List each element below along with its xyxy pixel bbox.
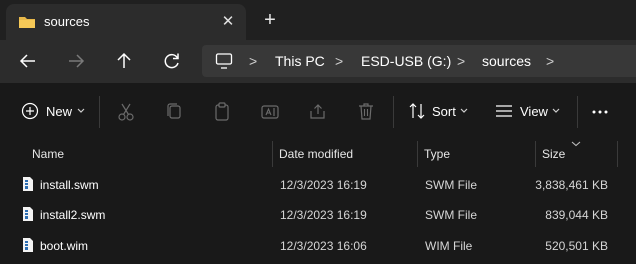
file-size: 3,838,461 KB bbox=[535, 178, 608, 192]
column-divider[interactable] bbox=[617, 141, 618, 167]
chevron-down-icon bbox=[460, 108, 468, 113]
arrow-right-icon[interactable] bbox=[65, 50, 87, 72]
view-label: View bbox=[520, 104, 548, 119]
new-label: New bbox=[46, 104, 73, 119]
plus-circle-icon bbox=[21, 102, 39, 120]
command-bar: New Sort View bbox=[0, 83, 636, 141]
copy-icon[interactable] bbox=[164, 101, 184, 123]
file-type: SWM File bbox=[425, 178, 477, 192]
view-icon bbox=[496, 105, 512, 117]
breadcrumb-sources[interactable]: sources bbox=[482, 53, 531, 69]
chevron-right-icon[interactable]: > bbox=[546, 53, 554, 69]
navigation-bar: > This PC > ESD-USB (G:) > sources > bbox=[0, 40, 636, 83]
column-divider[interactable] bbox=[272, 141, 273, 167]
rename-icon[interactable] bbox=[260, 101, 280, 123]
file-name[interactable]: boot.wim bbox=[40, 239, 88, 253]
title-bar: sources ✕ + bbox=[0, 0, 636, 40]
chevron-right-icon[interactable]: > bbox=[335, 53, 343, 69]
file-date: 12/3/2023 16:06 bbox=[280, 239, 367, 253]
column-divider[interactable] bbox=[535, 141, 536, 167]
file-type: WIM File bbox=[425, 239, 473, 253]
column-header-type[interactable]: Type bbox=[424, 147, 450, 161]
file-icon bbox=[23, 177, 33, 191]
sort-label: Sort bbox=[432, 104, 456, 119]
column-header-date-modified[interactable]: Date modified bbox=[279, 147, 353, 161]
arrow-up-icon[interactable] bbox=[113, 50, 135, 72]
file-size: 520,501 KB bbox=[545, 239, 608, 253]
column-divider[interactable] bbox=[417, 141, 418, 167]
breadcrumb-esd-usb[interactable]: ESD-USB (G:) bbox=[361, 53, 451, 69]
column-headers: Name Date modified Type Size bbox=[0, 141, 636, 167]
breadcrumb-this-pc[interactable]: This PC bbox=[275, 53, 325, 69]
folder-icon bbox=[19, 17, 35, 28]
chevron-down-icon bbox=[552, 108, 560, 113]
chevron-right-icon[interactable]: > bbox=[249, 53, 257, 69]
file-date: 12/3/2023 16:19 bbox=[280, 208, 367, 222]
paste-icon[interactable] bbox=[212, 101, 232, 123]
close-icon[interactable]: ✕ bbox=[218, 12, 238, 32]
plus-icon[interactable]: + bbox=[260, 10, 280, 30]
column-header-size[interactable]: Size bbox=[542, 147, 565, 161]
tab-title: sources bbox=[44, 14, 90, 29]
more-icon[interactable] bbox=[590, 101, 610, 123]
sort-button[interactable]: Sort bbox=[408, 101, 472, 123]
tab-sources[interactable]: sources ✕ bbox=[6, 4, 246, 40]
toolbar-divider bbox=[99, 96, 100, 128]
cut-icon[interactable] bbox=[116, 101, 136, 123]
view-button[interactable]: View bbox=[495, 101, 561, 123]
new-button[interactable]: New bbox=[21, 101, 87, 123]
share-icon[interactable] bbox=[308, 101, 328, 123]
column-header-name[interactable]: Name bbox=[32, 147, 64, 161]
file-row[interactable]: boot.wim 12/3/2023 16:06 WIM File 520,50… bbox=[0, 231, 636, 261]
sort-icon bbox=[409, 103, 425, 119]
delete-icon[interactable] bbox=[356, 101, 376, 123]
sort-descending-icon bbox=[571, 141, 581, 147]
file-icon bbox=[23, 238, 33, 252]
refresh-icon[interactable] bbox=[161, 50, 183, 72]
file-row[interactable]: install.swm 12/3/2023 16:19 SWM File 3,8… bbox=[0, 170, 636, 200]
file-type: SWM File bbox=[425, 208, 477, 222]
file-date: 12/3/2023 16:19 bbox=[280, 178, 367, 192]
arrow-left-icon[interactable] bbox=[17, 50, 39, 72]
file-name[interactable]: install2.swm bbox=[40, 208, 105, 222]
chevron-down-icon bbox=[77, 108, 85, 113]
toolbar-divider bbox=[577, 96, 578, 128]
chevron-right-icon[interactable]: > bbox=[457, 53, 465, 69]
monitor-icon[interactable] bbox=[215, 52, 233, 70]
file-name[interactable]: install.swm bbox=[40, 178, 99, 192]
address-bar[interactable]: > This PC > ESD-USB (G:) > sources > bbox=[202, 45, 636, 77]
file-icon bbox=[23, 207, 33, 221]
file-size: 839,044 KB bbox=[545, 208, 608, 222]
file-row[interactable]: install2.swm 12/3/2023 16:19 SWM File 83… bbox=[0, 200, 636, 230]
toolbar-divider bbox=[393, 96, 394, 128]
